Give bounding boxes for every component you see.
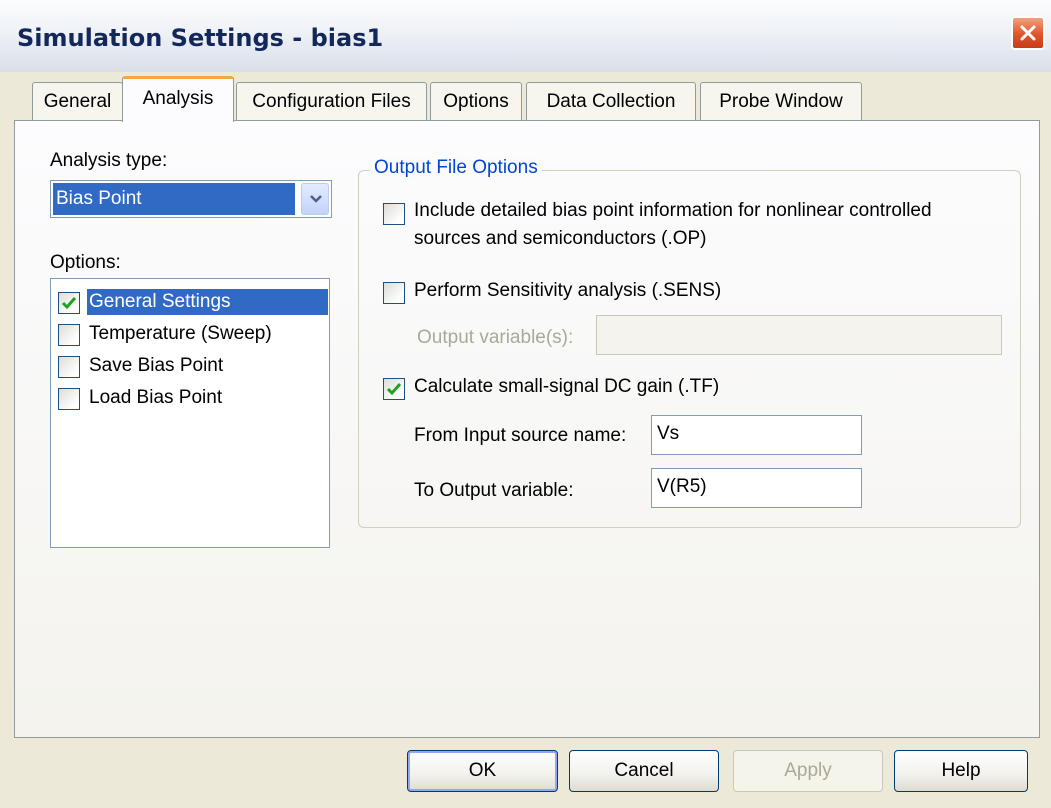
option-save-bias-point[interactable]: Save Bias Point [54, 351, 328, 381]
sensitivity-checkbox[interactable] [383, 282, 405, 304]
option-general-settings[interactable]: General Settings [54, 287, 328, 317]
option-label: Temperature (Sweep) [89, 323, 272, 344]
tab-options[interactable]: Options [430, 82, 522, 122]
group-title: Output File Options [370, 157, 542, 179]
tab-configuration-files[interactable]: Configuration Files [236, 82, 427, 122]
analysis-type-label: Analysis type: [50, 150, 168, 171]
apply-button[interactable]: Apply [733, 750, 883, 792]
input-source-field[interactable]: Vs [651, 415, 862, 455]
ok-button[interactable]: OK [407, 750, 558, 792]
checkmark-icon [386, 383, 402, 396]
option-load-bias-point[interactable]: Load Bias Point [54, 383, 328, 413]
option-label: Save Bias Point [89, 355, 224, 376]
close-x-icon [1020, 25, 1036, 41]
option-label: General Settings [87, 289, 328, 315]
window-title: Simulation Settings - bias1 [17, 24, 384, 52]
include-bias-checkbox[interactable] [383, 203, 405, 225]
analysis-type-value: Bias Point [53, 183, 295, 215]
sensitivity-label[interactable]: Perform Sensitivity analysis (.SENS) [414, 280, 721, 302]
option-checkbox[interactable] [58, 324, 80, 346]
dc-gain-label[interactable]: Calculate small-signal DC gain (.TF) [414, 376, 719, 398]
options-label: Options: [50, 252, 121, 273]
option-checkbox[interactable] [58, 292, 80, 314]
analysis-type-dropdown[interactable]: Bias Point [50, 180, 332, 218]
option-checkbox[interactable] [58, 356, 80, 378]
dropdown-button[interactable] [301, 183, 329, 215]
dc-gain-checkbox[interactable] [383, 378, 405, 400]
options-list[interactable]: General Settings Temperature (Sweep) Sav… [50, 278, 330, 548]
tab-data-collection[interactable]: Data Collection [526, 82, 696, 122]
chevron-down-icon [310, 195, 322, 203]
input-source-label: From Input source name: [414, 425, 627, 446]
output-variables-label: Output variable(s): [417, 327, 574, 348]
tab-general[interactable]: General [32, 82, 123, 122]
output-variable-label: To Output variable: [414, 480, 574, 501]
close-button[interactable] [1011, 16, 1045, 50]
include-bias-label-line1[interactable]: Include detailed bias point information … [414, 200, 932, 222]
simulation-settings-dialog: Simulation Settings - bias1 General Anal… [0, 0, 1051, 808]
title-bar[interactable]: Simulation Settings - bias1 [0, 0, 1051, 72]
output-variable-field[interactable]: V(R5) [651, 468, 862, 508]
output-variables-field [596, 315, 1002, 355]
option-label: Load Bias Point [89, 387, 223, 408]
include-bias-label-line2[interactable]: sources and semiconductors (.OP) [414, 228, 707, 250]
option-temperature-sweep[interactable]: Temperature (Sweep) [54, 319, 328, 349]
tab-probe-window[interactable]: Probe Window [700, 82, 862, 122]
help-button[interactable]: Help [894, 750, 1028, 792]
option-checkbox[interactable] [58, 388, 80, 410]
cancel-button[interactable]: Cancel [569, 750, 719, 792]
checkmark-icon [61, 297, 77, 310]
tab-analysis[interactable]: Analysis [122, 76, 234, 122]
